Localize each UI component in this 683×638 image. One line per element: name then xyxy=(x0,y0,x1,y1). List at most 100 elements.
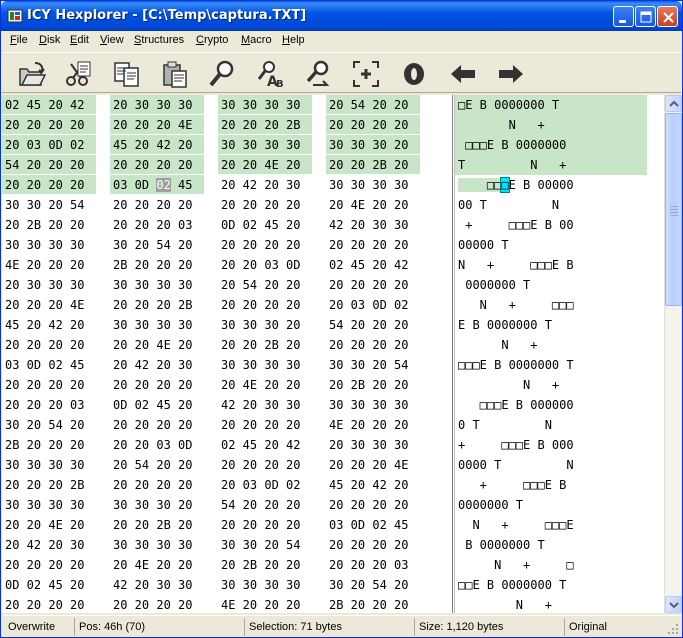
hex-group[interactable]: 45 20 42 20 xyxy=(110,135,204,154)
hex-row[interactable]: 20 20 4E 20 20 20 2B 20 20 20 20 20 03 0D 0… xyxy=(2,515,452,535)
hex-group[interactable]: 30 30 30 30 xyxy=(2,495,96,514)
hex-group[interactable]: 20 20 20 20 xyxy=(2,555,96,574)
hex-row[interactable]: 20 20 20 03 0D 02 45 20 42 20 30 30 30 30 3… xyxy=(2,395,452,415)
hex-group[interactable]: 42 20 30 30 xyxy=(218,395,312,414)
hex-group[interactable]: 0D 02 45 20 xyxy=(110,395,204,414)
hex-row[interactable]: 20 42 20 30 30 30 30 30 30 30 20 54 20 20 2… xyxy=(2,535,452,555)
hex-group[interactable]: 30 30 30 30 xyxy=(218,575,312,594)
hex-group[interactable]: 20 20 20 20 xyxy=(110,595,204,613)
goto-offset-button[interactable] xyxy=(348,56,382,90)
hex-group[interactable]: 20 20 4E 20 xyxy=(2,515,96,534)
hex-row[interactable]: 20 20 20 20 20 4E 20 20 20 2B 20 20 20 20 2… xyxy=(2,555,452,575)
hex-group[interactable]: 03 0D 02 45 xyxy=(110,175,204,194)
scroll-thumb[interactable] xyxy=(665,113,682,306)
hex-row[interactable]: 45 20 42 20 30 30 30 30 30 30 30 20 54 20 2… xyxy=(2,315,452,335)
hex-row[interactable]: 03 0D 02 45 20 42 20 30 30 30 30 30 30 30 2… xyxy=(2,355,452,375)
ascii-row[interactable]: 0000000 T xyxy=(455,275,574,295)
hex-group[interactable]: 30 30 30 30 xyxy=(326,395,420,414)
hex-group[interactable]: 30 30 30 30 xyxy=(110,535,204,554)
hex-group[interactable]: 20 20 20 03 xyxy=(326,555,420,574)
hex-row[interactable]: 20 03 0D 02 45 20 42 20 30 30 30 30 30 30 3… xyxy=(2,135,452,155)
hex-group[interactable]: 20 20 20 20 xyxy=(218,415,312,434)
back-arrow-button[interactable] xyxy=(445,56,479,90)
ascii-row[interactable]: □□□E B 00000 xyxy=(455,175,574,195)
hex-row[interactable]: 30 30 20 54 20 20 20 20 20 20 20 20 20 4E 2… xyxy=(2,195,452,215)
hex-row[interactable]: 20 2B 20 20 20 20 20 03 0D 02 45 20 42 20 3… xyxy=(2,215,452,235)
hex-group[interactable]: 03 0D 02 45 xyxy=(2,355,96,374)
hex-group[interactable]: 20 20 20 2B xyxy=(110,295,204,314)
menu-edit[interactable]: Edit xyxy=(70,34,89,46)
hex-group[interactable]: 20 20 20 20 xyxy=(218,235,312,254)
hex-group[interactable]: 20 20 20 20 xyxy=(218,295,312,314)
hex-group[interactable]: 20 20 20 20 xyxy=(218,195,312,214)
ascii-row[interactable]: N + □ xyxy=(455,555,573,575)
ascii-row[interactable]: □□□E B 0000000 T xyxy=(455,355,574,375)
hex-group[interactable]: 20 20 20 4E xyxy=(110,115,204,134)
hex-group[interactable]: 20 20 20 20 xyxy=(2,335,96,354)
hex-row[interactable]: 20 20 20 20 20 20 20 20 20 4E 20 20 20 2B 2… xyxy=(2,375,452,395)
hex-group[interactable]: 4E 20 20 20 xyxy=(326,415,420,434)
ascii-row[interactable]: T N + xyxy=(455,155,647,175)
hex-group[interactable]: 30 20 54 20 xyxy=(110,235,204,254)
hex-group[interactable]: 20 4E 20 20 xyxy=(110,555,204,574)
hex-group[interactable]: 30 30 30 30 xyxy=(2,455,96,474)
hex-row[interactable]: 20 20 20 20 20 20 4E 20 20 20 2B 20 20 20 2… xyxy=(2,335,452,355)
hex-group[interactable]: 0D 02 45 20 xyxy=(218,215,312,234)
hex-row[interactable]: 30 30 30 30 30 20 54 20 20 20 20 20 20 20 2… xyxy=(2,235,452,255)
hex-group[interactable]: 20 42 20 30 xyxy=(218,175,312,194)
hex-group[interactable]: 02 45 20 42 xyxy=(326,255,420,274)
scroll-down-button[interactable] xyxy=(665,596,682,613)
menu-disk[interactable]: Disk xyxy=(39,34,60,46)
cut-button[interactable] xyxy=(60,56,94,90)
hex-group[interactable]: 20 20 20 20 xyxy=(110,475,204,494)
ascii-row[interactable]: E B 0000000 T xyxy=(455,315,574,335)
hex-row[interactable]: 2B 20 20 20 20 20 03 0D 02 45 20 42 20 30 3… xyxy=(2,435,452,455)
menu-structures[interactable]: Structures xyxy=(134,34,184,46)
hex-group[interactable]: 30 20 54 20 xyxy=(326,575,420,594)
hex-group[interactable]: 45 20 42 20 xyxy=(2,315,96,334)
hex-group[interactable]: 30 30 30 30 xyxy=(218,135,312,154)
ascii-row[interactable]: □□□E B 0000000 xyxy=(455,135,647,155)
hex-group[interactable]: 20 20 20 20 xyxy=(218,455,312,474)
hex-group[interactable]: 30 30 30 30 xyxy=(110,275,204,294)
hex-group[interactable]: 20 54 20 20 xyxy=(110,455,204,474)
hex-group[interactable]: 20 20 20 03 xyxy=(110,215,204,234)
find-button[interactable] xyxy=(204,56,238,90)
hex-group[interactable]: 20 20 20 20 xyxy=(2,175,96,194)
hex-row[interactable]: 20 20 20 20 03 0D 02 45 20 42 20 30 30 30 3… xyxy=(2,175,452,195)
hex-group[interactable]: 54 20 20 20 xyxy=(2,155,96,174)
hex-group[interactable]: 30 30 30 30 xyxy=(110,315,204,334)
hex-group[interactable]: 2B 20 20 20 xyxy=(326,595,420,613)
ascii-row[interactable]: + □□□E B xyxy=(455,475,574,495)
hex-group[interactable]: 20 20 20 2B xyxy=(218,115,312,134)
close-button[interactable] xyxy=(657,6,678,27)
hex-group[interactable]: 30 30 30 30 xyxy=(326,175,420,194)
hex-group[interactable]: 20 30 30 30 xyxy=(110,95,204,114)
hex-group[interactable]: 03 0D 02 45 xyxy=(326,515,420,534)
hex-group[interactable]: 42 20 30 30 xyxy=(326,215,420,234)
hex-row[interactable]: 30 20 54 20 20 20 20 20 20 20 20 20 4E 20 2… xyxy=(2,415,452,435)
ascii-row[interactable]: N + □□□E xyxy=(455,515,573,535)
resize-grip-icon[interactable] xyxy=(667,623,679,635)
hex-group[interactable]: 20 30 30 30 xyxy=(326,435,420,454)
hex-row[interactable]: 20 30 30 30 30 30 30 30 20 54 20 20 20 20 2… xyxy=(2,275,452,295)
hex-row[interactable]: 02 45 20 42 20 30 30 30 30 30 30 30 20 54 2… xyxy=(2,95,452,115)
hex-group[interactable]: 20 20 20 4E xyxy=(326,455,420,474)
hex-group[interactable]: 20 2B 20 20 xyxy=(2,215,96,234)
zero-button[interactable] xyxy=(396,56,430,90)
hex-group[interactable]: 0D 02 45 20 xyxy=(2,575,96,594)
ascii-row[interactable]: N + xyxy=(455,375,574,395)
hex-group[interactable]: 20 20 20 20 xyxy=(218,515,312,534)
hex-group[interactable]: 20 03 0D 02 xyxy=(326,295,420,314)
ascii-row[interactable]: + □□□E B 00 xyxy=(455,215,573,235)
hex-group[interactable]: 02 45 20 42 xyxy=(2,95,96,114)
open-folder-button[interactable] xyxy=(14,56,48,90)
copy-button[interactable] xyxy=(109,56,143,90)
menu-file[interactable]: File xyxy=(10,34,28,46)
ascii-row[interactable]: □E B 0000000 T xyxy=(455,95,647,115)
hex-group[interactable]: 20 20 2B 20 xyxy=(110,515,204,534)
hex-row[interactable]: 20 20 20 2B 20 20 20 20 20 03 0D 02 45 20 4… xyxy=(2,475,452,495)
hex-group[interactable]: 30 30 30 30 xyxy=(218,355,312,374)
hex-group[interactable]: 20 20 20 20 xyxy=(326,535,420,554)
hex-group[interactable]: 54 20 20 20 xyxy=(326,315,420,334)
